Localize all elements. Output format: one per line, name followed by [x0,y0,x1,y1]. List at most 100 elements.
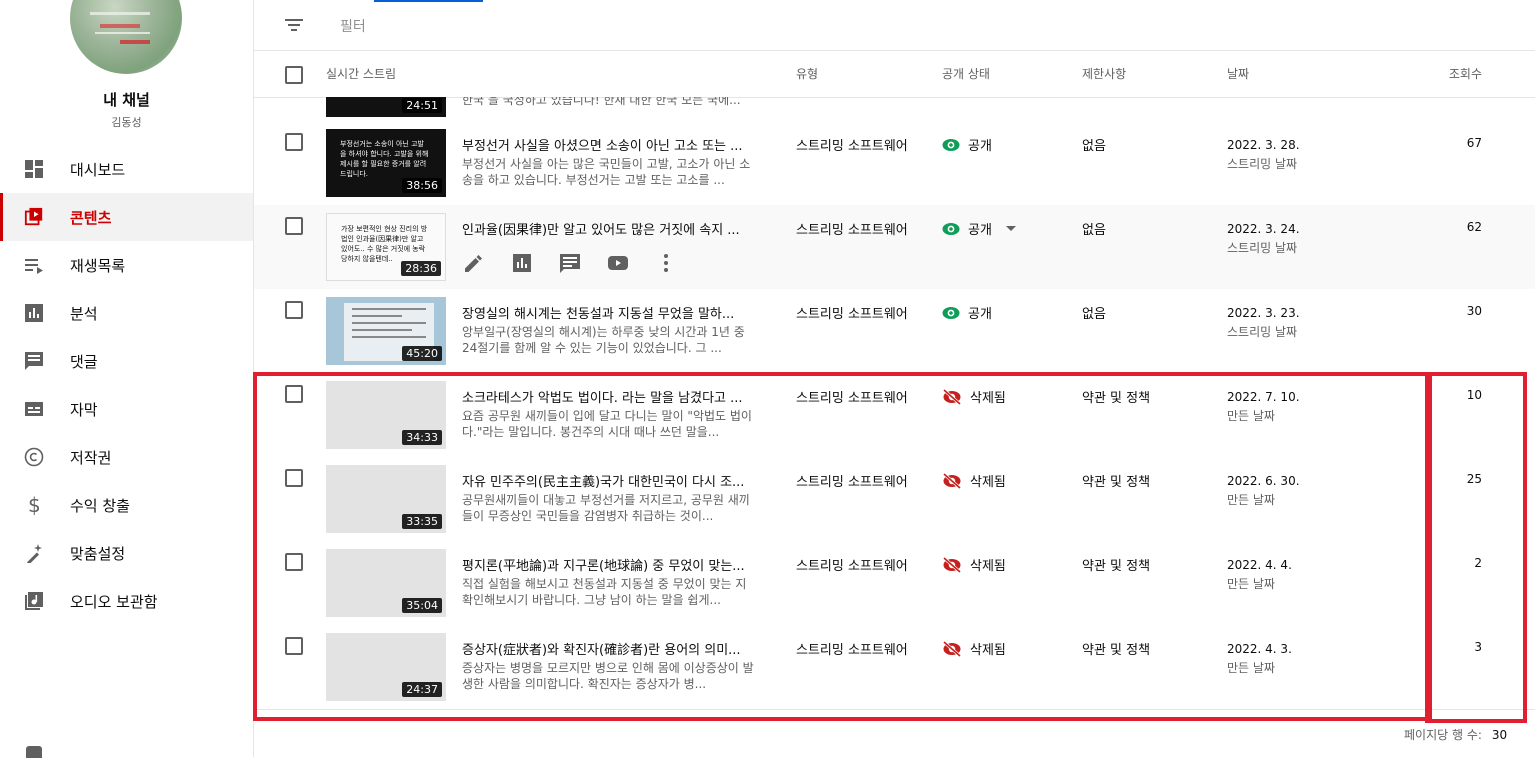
date-label: 스트리밍 날짜 [1227,157,1298,171]
comments-icon [24,351,44,371]
visibility-label: 공개 [968,139,992,154]
comments-icon[interactable] [558,251,582,275]
column-type[interactable]: 유형 [796,65,818,82]
sidebar-item-subtitles[interactable]: 자막 [0,385,253,433]
sidebar-item-playlists[interactable]: 재생목록 [0,241,253,289]
column-visibility[interactable]: 공개 상태 [942,65,990,82]
visibility-status[interactable]: 공개 [942,303,992,322]
rows-per-page[interactable]: 페이지당 행 수: 30 [1404,726,1507,743]
rows-per-page-label: 페이지당 행 수: [1404,728,1482,742]
video-duration: 45:20 [402,346,442,361]
analytics-icon[interactable] [510,251,534,275]
settings-icon[interactable] [26,746,42,758]
date-value: 2022. 3. 28. [1227,138,1300,152]
video-title[interactable]: 장영실의 해시계는 천동설과 지동설 무었을 말하... [462,303,757,322]
sidebar-item-content[interactable]: 콘텐츠 [0,193,253,241]
thumbnail-text: 가장 보편적인 현상 진리의 방법인 인과율(因果律)만 알고 있어도.. 수 … [341,225,428,263]
sidebar-item-copyright[interactable]: 저작권 [0,433,253,481]
video-thumbnail[interactable]: 45:20 [326,297,446,365]
table-row[interactable]: 부정선거는 소송이 아닌 고발을 하셔야 합니다. 고발을 위해 제시를 할 필… [254,121,1535,206]
subtitles-icon [24,399,44,419]
video-date: 2022. 3. 28. 스트리밍 날짜 [1227,136,1300,174]
video-description: 한국 을 국정하고 있습니다! 한재 대한 한국 모든 국에... [462,97,741,107]
audio-library-icon [24,591,44,611]
video-type: 스트리밍 소프트웨어 [796,139,908,154]
sidebar-item-label: 맞춤설정 [70,544,126,563]
sidebar-item-monetization[interactable]: $ 수익 창출 [0,481,253,529]
visibility-status[interactable]: 공개 [942,135,992,154]
table-header: 실시간 스트림 유형 공개 상태 제한사항 날짜 조회수 [254,50,1535,98]
more-options-icon[interactable] [654,251,678,275]
restrictions: 없음 [1082,223,1106,238]
video-date: 2022. 3. 24. 스트리밍 날짜 [1227,220,1300,258]
video-date: 2022. 3. 23. 스트리밍 날짜 [1227,304,1300,342]
visibility-label: 공개 [968,307,992,322]
channel-owner: 김동성 [111,116,142,129]
date-value: 2022. 3. 24. [1227,222,1300,236]
column-views[interactable]: 조회수 [1449,65,1482,82]
visibility-label: 공개 [968,223,992,238]
row-actions [462,251,702,275]
eye-icon [942,138,960,151]
video-thumbnail[interactable]: 24:51 [326,97,446,117]
sidebar-item-comments[interactable]: 댓글 [0,337,253,385]
row-checkbox[interactable] [285,301,303,319]
rows-per-page-value[interactable]: 30 [1492,728,1507,742]
video-duration: 24:51 [402,98,442,113]
filter-bar: 필터 [254,0,1535,51]
sidebar-item-dashboard[interactable]: 대시보드 [0,145,253,193]
channel-name: 내 채널 [103,91,150,109]
filter-input[interactable]: 필터 [340,16,366,36]
sidebar-item-label: 대시보드 [70,160,126,179]
visibility-status[interactable]: 공개 [942,219,1024,238]
sidebar-item-label: 분석 [70,304,98,323]
sidebar-item-audio-library[interactable]: 오디오 보관함 [0,577,253,625]
select-all-checkbox[interactable] [285,66,303,84]
sidebar-item-customization[interactable]: 맞춤설정 [0,529,253,577]
column-date[interactable]: 날짜 [1227,65,1249,82]
highlight-box-views [1425,372,1527,723]
video-type: 스트리밍 소프트웨어 [796,223,908,238]
column-stream[interactable]: 실시간 스트림 [326,65,396,82]
row-checkbox[interactable] [285,133,303,151]
video-description: 앙부일구(장영실의 해시계)는 하루중 낮의 시간과 1년 중 24절기를 함께… [462,325,745,355]
table-row[interactable]: 가장 보편적인 현상 진리의 방법인 인과율(因果律)만 알고 있어도.. 수 … [254,205,1535,290]
restrictions: 없음 [1082,139,1106,154]
video-title[interactable]: 인과율(因果律)만 알고 있어도 많은 거짓에 속지 ... [462,219,757,238]
sidebar-item-label: 저작권 [70,448,112,467]
video-title[interactable]: 부정선거 사실을 아셨으면 소송이 아닌 고소 또는 ... [462,135,757,154]
analytics-icon [24,303,44,323]
eye-icon [942,222,960,235]
sidebar: 내 채널 김동성 대시보드 콘텐츠 재생목록 분석 댓글 자막 저작권 $ 수익… [0,0,254,758]
restrictions: 없음 [1082,307,1106,322]
column-restrictions[interactable]: 제한사항 [1082,65,1126,82]
sidebar-item-analytics[interactable]: 분석 [0,289,253,337]
sidebar-item-label: 댓글 [70,352,98,371]
sidebar-item-label: 콘텐츠 [70,208,112,227]
date-label: 스트리밍 날짜 [1227,325,1298,339]
table-row[interactable]: 24:51 한국 을 국정하고 있습니다! 한재 대한 한국 모든 국에... [254,97,1535,122]
sidebar-item-label: 수익 창출 [70,496,130,515]
dashboard-icon [24,159,44,179]
channel-avatar[interactable] [70,0,182,74]
video-description: 부정선거 사실을 아는 많은 국민들이 고발, 고소가 아닌 소송을 하고 있습… [462,157,751,187]
eye-icon [942,306,960,319]
thumbnail-text: 부정선거는 소송이 아닌 고발을 하셔야 합니다. 고발을 위해 제시를 할 필… [340,140,429,178]
row-checkbox[interactable] [285,217,303,235]
magic-wand-icon [24,543,44,563]
view-count: 30 [1466,304,1482,318]
dollar-icon: $ [24,494,44,516]
edit-icon[interactable] [462,251,486,275]
video-thumbnail[interactable]: 가장 보편적인 현상 진리의 방법인 인과율(因果律)만 알고 있어도.. 수 … [326,213,446,281]
video-type: 스트리밍 소프트웨어 [796,307,908,322]
sidebar-item-label: 재생목록 [70,256,126,275]
date-label: 스트리밍 날짜 [1227,241,1298,255]
content-icon [24,207,44,227]
video-thumbnail[interactable]: 부정선거는 소송이 아닌 고발을 하셔야 합니다. 고발을 위해 제시를 할 필… [326,129,446,197]
table-row[interactable]: 45:20 장영실의 해시계는 천동설과 지동설 무었을 말하... 앙부일구(… [254,289,1535,374]
chevron-down-icon[interactable] [1005,225,1016,232]
filter-icon[interactable] [284,16,304,38]
youtube-icon[interactable] [606,251,630,275]
copyright-icon [24,447,44,467]
video-duration: 28:36 [401,261,441,276]
